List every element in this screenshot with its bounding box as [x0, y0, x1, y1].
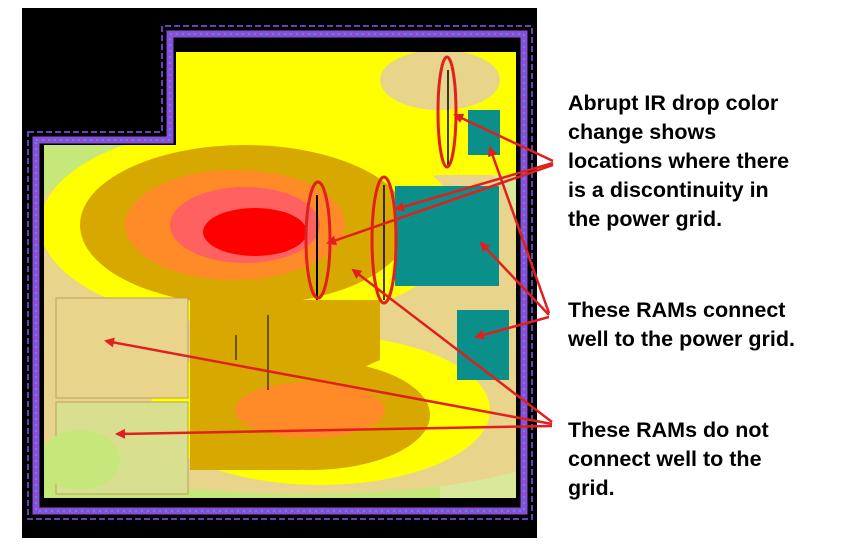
annotation-rams-connect-well: These RAMs connect well to the power gri…	[568, 298, 795, 351]
annotation-rams-not-connected: These RAMs do not connect well to the gr…	[568, 418, 769, 500]
ram-left-bottom-low-drop	[44, 430, 120, 490]
annotation-grid-discontinuity: Abrupt IR drop color change shows locati…	[568, 91, 790, 231]
ram-block-left-top	[55, 297, 189, 399]
highest-drop-hotspot	[203, 208, 307, 256]
